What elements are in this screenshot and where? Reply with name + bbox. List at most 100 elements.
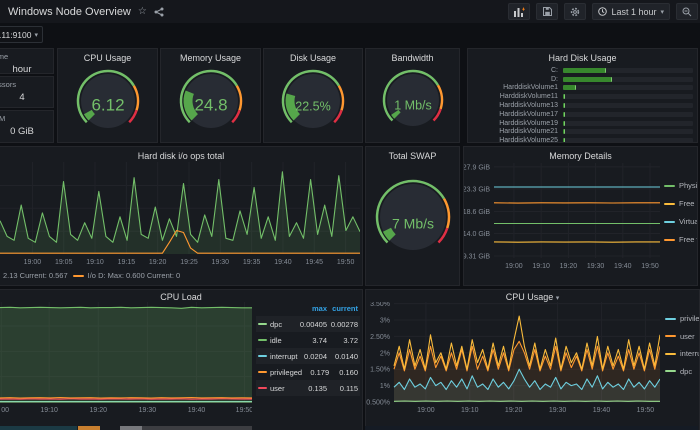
panel-cpu-usage-gauge: CPU Usage 6.12 bbox=[57, 48, 158, 143]
svg-text:2%: 2% bbox=[380, 350, 390, 357]
series-max-value: 0.179 bbox=[310, 367, 330, 377]
save-dashboard-icon[interactable] bbox=[536, 3, 559, 20]
disk-volume-label: HarddiskVolume17 bbox=[499, 110, 558, 118]
legend-color-dash bbox=[72, 274, 84, 277]
svg-text:19:20: 19:20 bbox=[505, 407, 523, 414]
series-max-value: 0.0204 bbox=[304, 351, 327, 361]
legend-table-row[interactable]: privileged 0.179 0.160 bbox=[256, 364, 360, 380]
svg-text:19:40: 19:40 bbox=[593, 407, 611, 414]
panel-title[interactable]: Hard Disk Usage bbox=[468, 49, 697, 63]
dashboard-settings-icon[interactable] bbox=[564, 3, 587, 20]
legend-item[interactable]: Free phys bbox=[664, 199, 697, 208]
chevron-down-icon: ▾ bbox=[660, 8, 664, 16]
legend-item[interactable]: 2.13 Current: 0.567 bbox=[3, 271, 68, 280]
legend-table-row[interactable]: idle 3.74 3.72 bbox=[256, 332, 360, 348]
disk-usage-bar-fill bbox=[563, 67, 606, 73]
disk-usage-bar-fill bbox=[563, 129, 565, 135]
cropped-panels-strip bbox=[0, 426, 77, 430]
legend-item[interactable]: dpc bbox=[665, 367, 699, 376]
panel-title[interactable]: CPU Usage ▾ bbox=[366, 290, 699, 302]
cpu-usage-legend[interactable]: privileged user interrupt dpc bbox=[665, 314, 699, 376]
panel-total-swap: Total SWAP 7 Mb/s bbox=[365, 146, 460, 286]
panel-processors: essors 4 bbox=[0, 76, 54, 108]
panel-ram: AM 0 GiB bbox=[0, 110, 54, 143]
series-name[interactable]: user bbox=[270, 384, 298, 393]
stat-title: essors bbox=[0, 80, 17, 89]
legend-item[interactable]: interrupt bbox=[665, 349, 699, 358]
disk-usage-row: HarddiskVolume17 bbox=[468, 110, 697, 119]
legend-table-row[interactable]: user 0.135 0.115 bbox=[256, 380, 360, 396]
panel-title[interactable]: Bandwidth bbox=[366, 49, 459, 63]
legend-color-dash bbox=[664, 184, 675, 187]
disk-usage-bar-fill bbox=[563, 85, 576, 91]
legend-text: 2.13 Current: 0.567 bbox=[3, 271, 68, 280]
cropped-panels-strip bbox=[365, 426, 698, 430]
panel-title[interactable]: Total SWAP bbox=[366, 147, 459, 161]
series-name[interactable]: dpc bbox=[270, 320, 298, 329]
legend-item[interactable]: Physical bbox=[664, 181, 697, 190]
disk-usage-bar-track bbox=[563, 103, 693, 109]
svg-text:6.12: 6.12 bbox=[91, 96, 124, 115]
cropped-panels-strip bbox=[142, 426, 252, 430]
share-icon[interactable] bbox=[154, 7, 164, 17]
star-icon[interactable]: ☆ bbox=[138, 6, 147, 17]
svg-text:3.50%: 3.50% bbox=[370, 302, 390, 308]
series-name[interactable]: interrupt bbox=[270, 352, 298, 361]
svg-text:19:35: 19:35 bbox=[243, 259, 261, 266]
series-max-value: 0.00405 bbox=[299, 319, 327, 329]
legend-item[interactable]: Virtual m bbox=[664, 217, 697, 226]
cpu-usage-chart: 3.50% 3% 2.50% 2% 1.50% 1% 0.500% 19:00 19:10 19:… bbox=[366, 301, 699, 420]
legend-color-dash bbox=[258, 355, 270, 357]
cpu-load-legend-table[interactable]: max current dpc 0.00405 0.00278 idle 3.74 3.72 i… bbox=[256, 300, 360, 396]
svg-text:19:15: 19:15 bbox=[118, 259, 136, 266]
panel-menu-caret-icon[interactable]: ▾ bbox=[556, 295, 560, 302]
svg-text:19:00: 19:00 bbox=[24, 259, 42, 266]
legend-col-current[interactable]: current bbox=[327, 304, 358, 313]
time-range-picker[interactable]: Last 1 hour ▾ bbox=[592, 3, 670, 20]
legend-label: Virtual m bbox=[679, 217, 697, 226]
svg-text:19:20: 19:20 bbox=[560, 263, 578, 270]
memory-details-legend[interactable]: Physical Free phys Virtual m Free virtu bbox=[664, 181, 697, 244]
add-panel-icon[interactable] bbox=[508, 3, 531, 20]
svg-text:19:30: 19:30 bbox=[549, 407, 567, 414]
panel-hard-disk-usage: Hard Disk Usage C: D: HarddiskVolume1 Hardd… bbox=[467, 48, 698, 143]
legend-item[interactable]: I/o D: Max: 0.600 Current: 0 bbox=[72, 271, 181, 280]
disk-volume-label: HarddiskVolume21 bbox=[499, 128, 558, 136]
stat-title: time bbox=[0, 52, 9, 61]
series-current-value: 0.00278 bbox=[330, 319, 358, 329]
disk-usage-row: HarddiskVolume1 bbox=[468, 84, 697, 93]
panel-title[interactable]: Hard disk i/o ops total bbox=[0, 147, 362, 161]
legend-table-row[interactable]: dpc 0.00405 0.00278 bbox=[256, 316, 360, 332]
legend-table-row[interactable]: interrupt 0.0204 0.0140 bbox=[256, 348, 360, 364]
legend-label: Free phys bbox=[679, 199, 697, 208]
disk-usage-bar-track bbox=[563, 76, 693, 82]
zoom-out-icon[interactable] bbox=[676, 3, 698, 20]
dashboard-title[interactable]: Windows Node Overview bbox=[8, 6, 131, 18]
series-name[interactable]: privileged bbox=[270, 368, 302, 377]
disk-usage-gauge: 22.5% bbox=[264, 65, 362, 137]
svg-text:3%: 3% bbox=[380, 318, 390, 325]
legend-text: I/o D: Max: 0.600 Current: 0 bbox=[87, 271, 181, 280]
svg-text:19:20: 19:20 bbox=[90, 407, 108, 414]
series-max-value: 3.74 bbox=[312, 335, 327, 345]
svg-text:14.0 GiB: 14.0 GiB bbox=[464, 231, 490, 238]
legend-color-dash bbox=[258, 387, 270, 389]
panel-title[interactable]: CPU Usage bbox=[58, 49, 157, 63]
legend-item[interactable]: user bbox=[665, 332, 699, 341]
legend-item[interactable]: Free virtu bbox=[664, 235, 697, 244]
instance-variable-dropdown[interactable]: 0.0.11:9100 ▾ bbox=[0, 26, 43, 43]
disk-volume-label: HarddiskVolume1 bbox=[503, 84, 558, 92]
disk-usage-row: D: bbox=[468, 75, 697, 84]
panel-title[interactable]: Memory Usage bbox=[161, 49, 260, 63]
legend-item[interactable]: privileged bbox=[665, 314, 699, 323]
series-name[interactable]: idle bbox=[270, 336, 298, 345]
panel-memory-details: Memory Details 27.9 GiB 23.3 GiB 18.6 GiB 1… bbox=[463, 146, 698, 286]
memory-details-chart: 27.9 GiB 23.3 GiB 18.6 GiB 14.0 GiB 9.31 GiB… bbox=[464, 163, 697, 276]
disk-volume-label: HarddiskVolume13 bbox=[499, 102, 558, 110]
legend-col-max[interactable]: max bbox=[298, 304, 327, 313]
io-chart-legend[interactable]: 2.13 Current: 0.567 I/o D: Max: 0.600 Cur… bbox=[3, 271, 180, 280]
panel-title[interactable]: Memory Details bbox=[464, 147, 697, 161]
panel-title[interactable]: Disk Usage bbox=[264, 49, 362, 63]
legend-color-dash bbox=[258, 323, 270, 325]
svg-text:22.5%: 22.5% bbox=[295, 100, 330, 114]
